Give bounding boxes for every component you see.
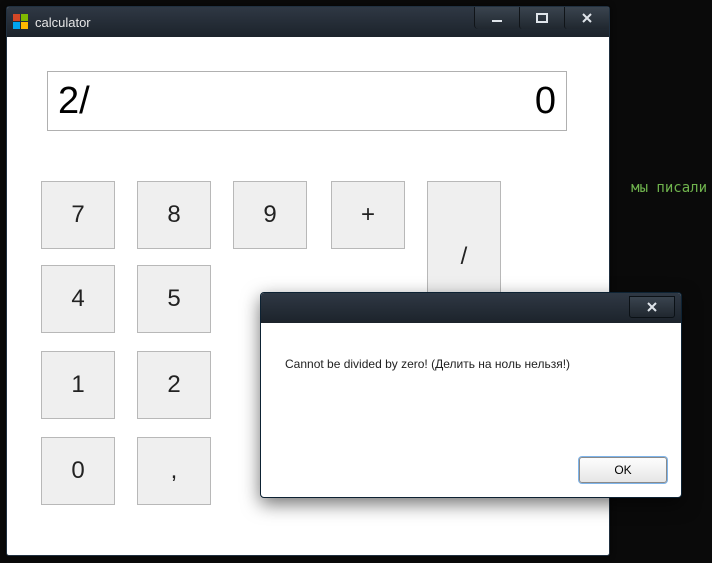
display-result: 0 bbox=[535, 80, 556, 123]
display: 2/ 0 bbox=[47, 71, 567, 131]
app-icon bbox=[13, 14, 29, 30]
digit-5-button[interactable]: 5 bbox=[137, 265, 211, 333]
close-icon bbox=[646, 301, 658, 313]
titlebar[interactable]: calculator bbox=[7, 7, 609, 37]
minimize-icon bbox=[491, 12, 503, 24]
background-code-text: мы писали bbox=[631, 180, 707, 196]
digit-9-button[interactable]: 9 bbox=[233, 181, 307, 249]
plus-button[interactable]: + bbox=[331, 181, 405, 249]
digit-0-button[interactable]: 0 bbox=[41, 437, 115, 505]
close-icon bbox=[581, 12, 593, 24]
digit-4-button[interactable]: 4 bbox=[41, 265, 115, 333]
comma-button[interactable]: , bbox=[137, 437, 211, 505]
digit-1-button[interactable]: 1 bbox=[41, 351, 115, 419]
dialog-titlebar[interactable] bbox=[261, 293, 681, 323]
error-dialog: Cannot be divided by zero! (Делить на но… bbox=[260, 292, 682, 498]
window-controls bbox=[474, 7, 609, 29]
dialog-close-button[interactable] bbox=[629, 296, 675, 318]
dialog-message: Cannot be divided by zero! (Делить на но… bbox=[261, 323, 681, 371]
digit-8-button[interactable]: 8 bbox=[137, 181, 211, 249]
ok-button[interactable]: OK bbox=[579, 457, 667, 483]
digit-2-button[interactable]: 2 bbox=[137, 351, 211, 419]
minimize-button[interactable] bbox=[474, 7, 519, 29]
display-expression: 2/ bbox=[58, 80, 535, 123]
window-title: calculator bbox=[35, 15, 91, 30]
maximize-icon bbox=[536, 12, 548, 24]
digit-7-button[interactable]: 7 bbox=[41, 181, 115, 249]
close-button[interactable] bbox=[564, 7, 609, 29]
maximize-button[interactable] bbox=[519, 7, 564, 29]
